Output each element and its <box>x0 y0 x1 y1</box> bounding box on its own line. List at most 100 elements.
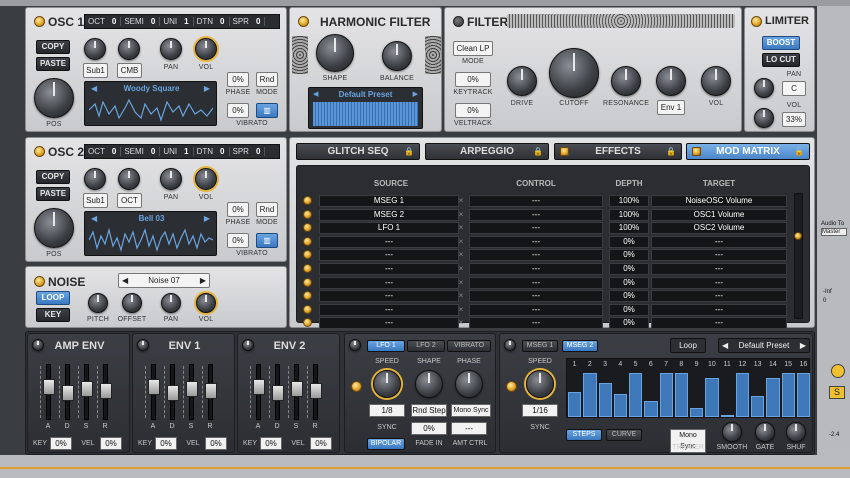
osc1-rnd-button[interactable]: Rnd <box>256 72 278 87</box>
env-fader-s[interactable] <box>291 364 303 420</box>
lfo-phase-value[interactable]: Mono Sync <box>451 404 491 417</box>
mseg-step-bar[interactable] <box>751 396 765 417</box>
osc1-keyboard-icon[interactable]: ▥ <box>256 103 278 118</box>
matrix-depth-value[interactable]: 0% <box>609 290 649 303</box>
matrix-source-select[interactable]: MSEG 2 <box>319 208 459 221</box>
mseg-step-bar[interactable] <box>796 373 810 417</box>
matrix-control-select[interactable]: --- <box>469 276 603 289</box>
osc2-oct-select[interactable]: OCT <box>117 193 142 208</box>
matrix-depth-value[interactable]: 0% <box>609 263 649 275</box>
matrix-row-led[interactable] <box>303 277 312 287</box>
osc1-phase-value[interactable]: 0% <box>227 72 249 87</box>
osc2-power-led[interactable] <box>34 146 45 157</box>
matrix-row-led[interactable] <box>303 223 312 233</box>
matrix-row-led[interactable] <box>303 264 312 273</box>
matrix-row-led[interactable] <box>303 250 312 260</box>
matrix-target-select[interactable]: --- <box>651 235 787 248</box>
matrix-target-select[interactable]: --- <box>651 317 787 330</box>
matrix-source-select[interactable]: --- <box>319 263 459 275</box>
limiter-boost-button[interactable]: BOOST <box>762 36 800 50</box>
noise-vol-knob[interactable] <box>196 293 216 313</box>
matrix-remove-icon[interactable]: × <box>455 209 467 221</box>
fader-cap[interactable] <box>253 379 265 395</box>
matrix-target-select[interactable]: --- <box>651 290 787 303</box>
mseg-step-bar[interactable] <box>629 373 643 417</box>
mseg-steps-button[interactable]: STEPS <box>566 429 602 441</box>
filter-env-knob[interactable] <box>656 66 686 96</box>
lfo-fadein-value[interactable]: 0% <box>411 422 447 435</box>
matrix-depth-value[interactable]: 0% <box>609 317 649 330</box>
mseg-step-bar[interactable] <box>735 373 749 417</box>
lfo-shape-value[interactable]: Rnd Step <box>411 404 447 417</box>
mseg-next-icon[interactable]: ▶ <box>800 339 806 352</box>
matrix-target-select[interactable]: OSC2 Volume <box>651 222 787 235</box>
lfo-speed-knob[interactable] <box>373 370 401 398</box>
lfo-tab-vibrato[interactable]: VIBRATO <box>447 340 491 352</box>
mseg-step-bar[interactable] <box>781 373 795 417</box>
matrix-target-select[interactable]: OSC1 Volume <box>651 208 787 221</box>
osc2-vibrato-value[interactable]: 0% <box>227 233 249 248</box>
osc1-paste-button[interactable]: PASTE <box>36 57 70 71</box>
osc1-sub-select[interactable]: Sub1 <box>83 63 108 78</box>
matrix-depth-value[interactable]: 100% <box>609 208 649 221</box>
filter-resonance-knob[interactable] <box>611 66 641 96</box>
matrix-depth-value[interactable]: 100% <box>609 222 649 235</box>
limiter-pan-knob[interactable] <box>754 78 774 98</box>
matrix-control-select[interactable]: --- <box>469 303 603 316</box>
harmonic-balance-knob[interactable] <box>382 41 412 71</box>
mseg-step-bar[interactable] <box>720 414 734 417</box>
osc2-pos-knob[interactable] <box>34 208 74 248</box>
env-fader-s[interactable] <box>81 364 93 420</box>
mseg-step-bar[interactable] <box>659 373 673 417</box>
limiter-pan-value[interactable]: C <box>782 81 806 96</box>
fader-cap[interactable] <box>291 381 303 397</box>
noise-loop-button[interactable]: LOOP <box>36 291 70 305</box>
filter-power-led[interactable] <box>453 16 464 27</box>
mseg-speed-value[interactable]: 1/16 <box>522 404 558 417</box>
harmonic-shape-knob[interactable] <box>316 34 354 72</box>
env-vel-value[interactable]: 0% <box>205 437 227 450</box>
lfo-bipolar-button[interactable]: BIPOLAR <box>367 438 405 450</box>
matrix-target-select[interactable]: NoiseOSC Volume <box>651 195 787 207</box>
filter-env-select[interactable]: Env 1 <box>657 100 685 115</box>
lfo-speed-value[interactable]: 1/8 <box>369 404 405 417</box>
matrix-control-select[interactable]: --- <box>469 290 603 303</box>
matrix-scrollbar[interactable] <box>794 193 803 319</box>
fader-cap[interactable] <box>186 381 198 397</box>
lfo-led[interactable] <box>351 381 362 392</box>
env-fader-d[interactable] <box>272 364 284 420</box>
mseg-step-bar[interactable] <box>690 407 704 417</box>
mseg-step-bar[interactable] <box>644 400 658 417</box>
osc2-sub-knob[interactable] <box>84 168 106 190</box>
mseg-step-bar[interactable] <box>674 373 688 417</box>
osc2-oct-knob[interactable] <box>118 168 140 190</box>
mseg-step-bar[interactable] <box>613 394 627 417</box>
matrix-depth-value[interactable]: 0% <box>609 235 649 248</box>
osc1-vol-knob[interactable] <box>195 38 217 60</box>
fader-cap[interactable] <box>81 381 93 397</box>
osc1-param-bar[interactable]: OCT 0 SEMI 0 UNI 1 DTN 0 SPR 0 <box>84 14 280 29</box>
matrix-remove-icon[interactable]: × <box>455 304 467 316</box>
mseg-power-knob[interactable] <box>504 339 516 351</box>
matrix-remove-icon[interactable]: × <box>455 290 467 302</box>
osc1-power-led[interactable] <box>34 16 45 27</box>
mseg-prev-icon[interactable]: ◀ <box>722 339 728 352</box>
mseg-curve-button[interactable]: CURVE <box>606 429 642 441</box>
osc1-pos-knob[interactable] <box>34 78 74 118</box>
osc2-preset-name[interactable]: Bell 03 <box>105 214 198 223</box>
mseg-step-grid[interactable]: 1 2 3 4 5 6 7 8 9 10 11 12 13 14 15 16 <box>566 358 810 418</box>
matrix-source-select[interactable]: --- <box>319 249 459 262</box>
lfo-shape-knob[interactable] <box>415 370 443 398</box>
mseg-step-bar[interactable] <box>568 391 582 417</box>
osc1-pan-knob[interactable] <box>160 38 182 60</box>
matrix-control-select[interactable]: --- <box>469 208 603 221</box>
host-s-button[interactable]: S <box>829 386 845 399</box>
osc2-wavetable-display[interactable]: ◀ Bell 03 ▶ <box>84 211 217 256</box>
filter-cutoff-knob[interactable] <box>549 48 599 98</box>
env-fader-d[interactable] <box>167 364 179 420</box>
matrix-control-select[interactable]: --- <box>469 222 603 235</box>
env-fader-a[interactable] <box>148 364 160 420</box>
matrix-target-select[interactable]: --- <box>651 249 787 262</box>
noise-prev-icon[interactable]: ◀ <box>122 274 128 287</box>
osc2-sub-select[interactable]: Sub1 <box>83 193 108 208</box>
